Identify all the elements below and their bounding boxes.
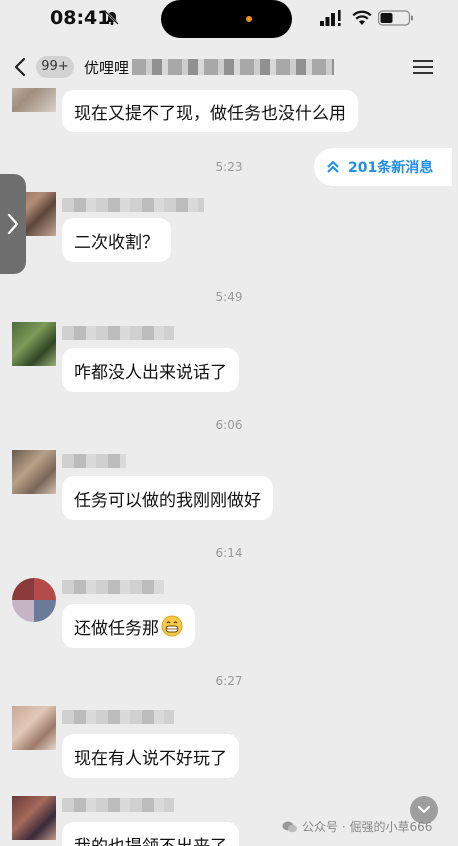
avatar[interactable] (12, 88, 56, 112)
message-bubble[interactable]: 二次收割？ (62, 218, 171, 262)
avatar[interactable] (12, 322, 56, 366)
message-bubble[interactable]: 我的也提领不出来了 (62, 822, 239, 846)
chat-header: 99+ 优哩哩 (0, 44, 458, 88)
message-text: 我的也提领不出来了 (74, 832, 227, 846)
avatar[interactable] (12, 578, 56, 622)
chevron-down-icon (418, 806, 430, 813)
battery-icon (378, 10, 413, 26)
unread-count-badge[interactable]: 99+ (36, 56, 74, 78)
sender-name-redacted (62, 454, 126, 468)
message-list[interactable]: 现在又提不了现，做任务也没什么用 5:23 二次收割？ 5:49 咋都没人出来说… (0, 88, 458, 846)
status-bar: 08:41 (0, 0, 458, 40)
timestamp: 5:49 (215, 290, 243, 304)
side-drawer-handle[interactable] (0, 174, 26, 274)
message-bubble[interactable]: 现在又提不了现，做任务也没什么用 (62, 90, 358, 132)
sender-name-redacted (62, 580, 164, 594)
signal-icon (320, 10, 341, 26)
sender-name-redacted (62, 798, 174, 812)
sender-name-redacted (62, 710, 174, 724)
message-text: 还做任务那 (74, 618, 159, 639)
message-text: 现在有人说不好玩了 (74, 748, 227, 769)
avatar[interactable] (12, 450, 56, 494)
bell-slash-icon (105, 11, 119, 25)
wifi-icon (352, 10, 372, 25)
dynamic-island (161, 0, 292, 38)
back-chevron-icon[interactable] (12, 56, 32, 78)
double-chevron-up-icon (327, 161, 339, 173)
message-bubble[interactable]: 咋都没人出来说话了 (62, 348, 239, 392)
sender-name-redacted (62, 198, 204, 212)
avatar[interactable] (12, 796, 56, 840)
menu-icon[interactable] (412, 58, 434, 76)
watermark-text: 公众号 · 倔强的小草666 (302, 820, 433, 834)
grin-emoji-icon (161, 615, 183, 637)
status-time: 08:41 (50, 7, 111, 29)
timestamp: 6:14 (215, 546, 243, 560)
message-text: 二次收割？ (74, 232, 159, 253)
new-messages-button[interactable]: 201条新消息 (314, 148, 452, 186)
wechat-icon (282, 821, 297, 832)
chat-title: 优哩哩 (84, 59, 130, 77)
message-text: 现在又提不了现，做任务也没什么用 (74, 103, 346, 124)
watermark: 公众号 · 倔强的小草666 (282, 818, 432, 835)
sender-name-redacted (62, 326, 174, 340)
message-text: 咋都没人出来说话了 (74, 362, 227, 383)
timestamp: 6:27 (215, 674, 243, 688)
recording-indicator (246, 16, 252, 22)
new-messages-label: 201条新消息 (348, 160, 434, 176)
avatar[interactable] (12, 706, 56, 750)
message-bubble[interactable]: 还做任务那 (62, 604, 195, 648)
redacted-title (132, 59, 334, 75)
timestamp: 6:06 (215, 418, 243, 432)
message-text: 任务可以做的我刚刚做好 (74, 490, 261, 511)
chevron-right-icon (7, 213, 19, 235)
message-bubble[interactable]: 现在有人说不好玩了 (62, 734, 239, 778)
message-bubble[interactable]: 任务可以做的我刚刚做好 (62, 476, 273, 520)
